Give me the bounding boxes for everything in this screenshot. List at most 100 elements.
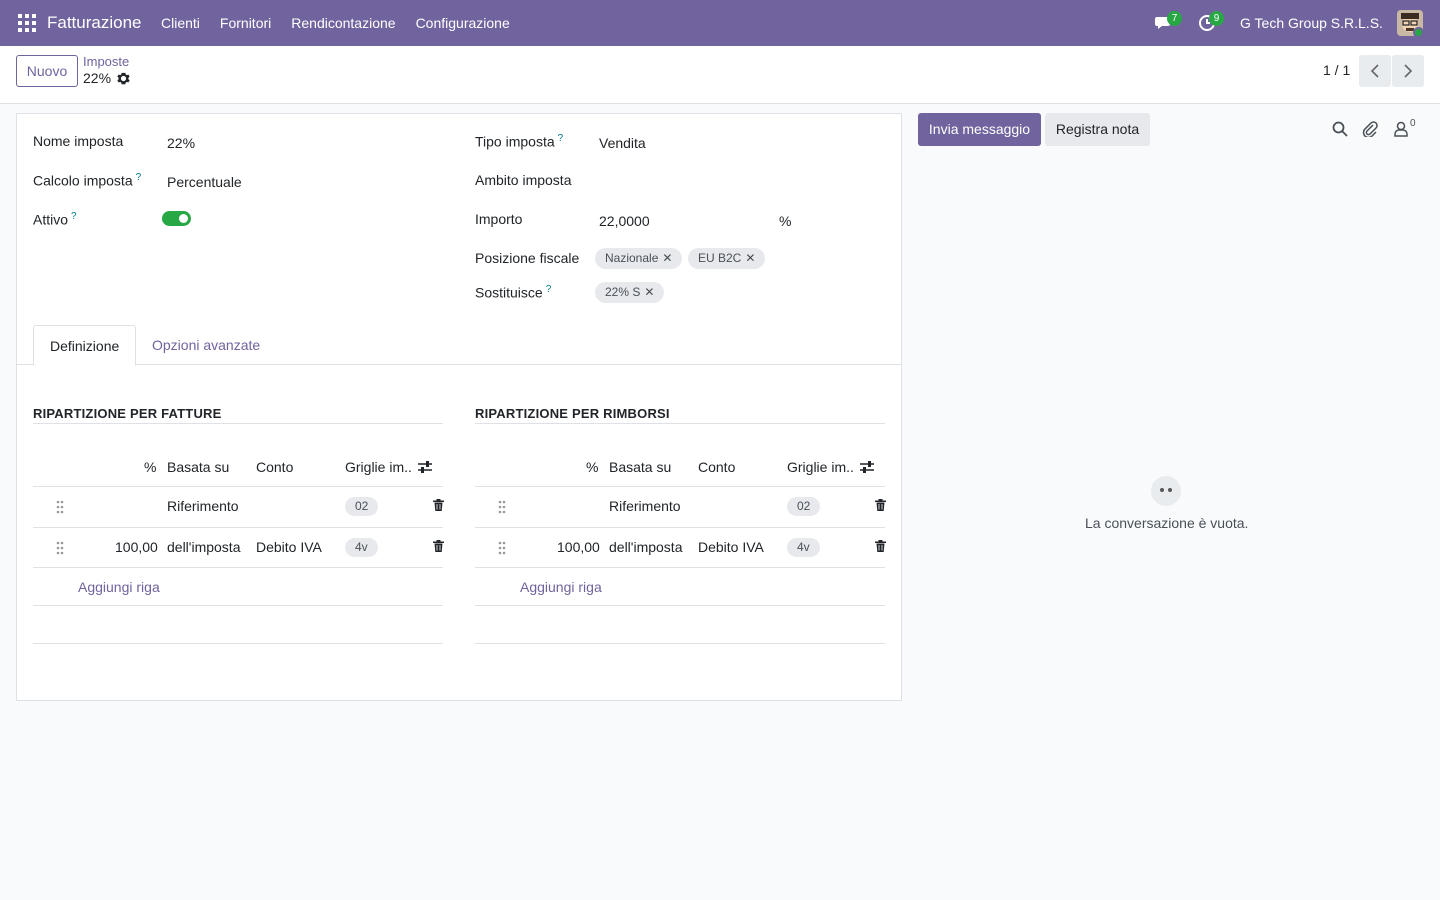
row-divider [33, 643, 443, 644]
chevron-right-icon [1404, 64, 1413, 78]
record-title: 22% [83, 70, 112, 86]
cell-percent: 100,00 [557, 539, 600, 555]
field-importo[interactable]: 22,0000 [599, 213, 650, 229]
row-divider [475, 643, 885, 644]
label-nome-imposta: Nome imposta [33, 133, 124, 149]
main-menu: Clienti Fornitori Rendicontazione Config… [161, 15, 530, 31]
field-calcolo-imposta[interactable]: Percentuale [167, 174, 242, 190]
add-line-link[interactable]: Aggiungi riga [520, 579, 602, 595]
form-tabs: Definizione Opzioni avanzate [17, 325, 901, 366]
label-calcolo-imposta: Calcolo imposta? [33, 172, 142, 189]
label-tipo-imposta: Tipo imposta? [475, 133, 564, 150]
column-header-basata-su[interactable]: Basata su [167, 459, 229, 475]
column-header-conto[interactable]: Conto [698, 459, 735, 475]
drag-handle-icon[interactable] [55, 541, 65, 555]
pager-next-button[interactable] [1392, 55, 1424, 87]
empty-conversation-text: La conversazione è vuota. [1085, 515, 1249, 531]
label-posizione-fiscale: Posizione fiscale [475, 250, 580, 266]
cell-conto: Debito IVA [698, 539, 764, 555]
column-header-basata-su[interactable]: Basata su [609, 459, 671, 475]
cell-griglia-tag: 4v [345, 538, 378, 557]
tag-eu-b2c[interactable]: EU B2C ✕ [688, 248, 766, 269]
top-navbar: Fatturazione Clienti Fornitori Rendicont… [0, 0, 1440, 46]
cell-percent: 100,00 [115, 539, 158, 555]
cell-griglia-tag: 02 [345, 497, 379, 516]
label-attivo: Attivo? [33, 211, 77, 228]
trash-icon[interactable] [875, 499, 886, 511]
menu-item-clienti[interactable]: Clienti [161, 15, 200, 31]
log-note-button[interactable]: Registra nota [1045, 113, 1150, 146]
breadcrumb-imposte[interactable]: Imposte [83, 54, 129, 69]
close-icon[interactable]: ✕ [644, 285, 654, 299]
close-icon[interactable]: ✕ [662, 251, 672, 265]
trash-icon[interactable] [433, 499, 444, 511]
repartition-table-refunds: % Basata su Conto Griglie im.. Riferimen… [475, 444, 886, 644]
column-header-griglie[interactable]: Griglie im.. [345, 459, 412, 475]
cell-basata-su: Riferimento [609, 498, 681, 514]
active-toggle[interactable] [162, 211, 191, 226]
column-header-percent[interactable]: % [586, 459, 598, 475]
section-title-fatture: RIPARTIZIONE PER FATTURE [33, 406, 222, 421]
menu-item-configurazione[interactable]: Configurazione [416, 15, 510, 31]
messages-badge: 7 [1167, 11, 1182, 26]
column-header-percent[interactable]: % [144, 459, 156, 475]
tab-opzioni-avanzate[interactable]: Opzioni avanzate [136, 325, 276, 365]
close-icon[interactable]: ✕ [745, 251, 755, 265]
tab-definizione[interactable]: Definizione [33, 325, 137, 366]
followers-count: 0 [1410, 118, 1416, 129]
help-tooltip-icon[interactable]: ? [546, 284, 552, 295]
tag-nazionale[interactable]: Nazionale ✕ [595, 248, 683, 269]
cell-conto: Debito IVA [256, 539, 322, 555]
repartition-table-invoices: % Basata su Conto Griglie im.. Riferimen… [33, 444, 444, 644]
row-divider [33, 567, 443, 568]
optional-columns-icon[interactable] [859, 460, 875, 474]
followers-icon[interactable] [1393, 121, 1409, 137]
help-tooltip-icon[interactable]: ? [71, 211, 77, 222]
drag-handle-icon[interactable] [497, 541, 507, 555]
empty-conversation-icon [1151, 476, 1181, 506]
send-message-button[interactable]: Invia messaggio [918, 113, 1041, 146]
gear-icon[interactable] [117, 72, 130, 85]
paperclip-icon[interactable] [1362, 121, 1378, 137]
menu-item-rendicontazione[interactable]: Rendicontazione [291, 15, 395, 31]
field-nome-imposta[interactable]: 22% [167, 135, 195, 151]
new-button[interactable]: Nuovo [16, 55, 78, 87]
section-divider [475, 423, 885, 424]
label-sostituisce: Sostituisce? [475, 284, 552, 301]
column-header-conto[interactable]: Conto [256, 459, 293, 475]
section-title-rimborsi: RIPARTIZIONE PER RIMBORSI [475, 406, 670, 421]
row-divider [33, 486, 443, 487]
form-sheet: Nome imposta 22% Calcolo imposta? Percen… [16, 113, 902, 701]
row-divider [475, 486, 885, 487]
pager-previous-button[interactable] [1359, 55, 1391, 87]
row-divider [475, 605, 885, 606]
search-icon[interactable] [1332, 121, 1348, 137]
control-panel: Nuovo Imposte 22% 1 / 1 [0, 46, 1440, 104]
pager-value[interactable]: 1 / 1 [1323, 62, 1350, 78]
chevron-left-icon [1370, 64, 1379, 78]
menu-item-fornitori[interactable]: Fornitori [220, 15, 271, 31]
row-divider [475, 527, 885, 528]
section-divider [33, 423, 443, 424]
activities-badge: 9 [1209, 11, 1224, 26]
drag-handle-icon[interactable] [55, 500, 65, 514]
help-tooltip-icon[interactable]: ? [558, 133, 564, 144]
company-switcher[interactable]: G Tech Group S.R.L.S. [1240, 15, 1383, 31]
drag-handle-icon[interactable] [497, 500, 507, 514]
trash-icon[interactable] [875, 540, 886, 552]
help-tooltip-icon[interactable]: ? [136, 172, 142, 183]
tag-22-s[interactable]: 22% S ✕ [595, 282, 665, 303]
app-name[interactable]: Fatturazione [47, 13, 142, 33]
add-line-link[interactable]: Aggiungi riga [78, 579, 160, 595]
row-divider [33, 527, 443, 528]
column-header-griglie[interactable]: Griglie im.. [787, 459, 854, 475]
row-divider [475, 567, 885, 568]
row-divider [33, 605, 443, 606]
field-tipo-imposta[interactable]: Vendita [599, 135, 646, 151]
cell-griglia-tag: 02 [787, 497, 821, 516]
importo-unit: % [779, 213, 792, 229]
optional-columns-icon[interactable] [417, 460, 433, 474]
apps-menu-icon[interactable] [18, 14, 36, 32]
trash-icon[interactable] [433, 540, 444, 552]
label-ambito-imposta: Ambito imposta [475, 172, 572, 188]
